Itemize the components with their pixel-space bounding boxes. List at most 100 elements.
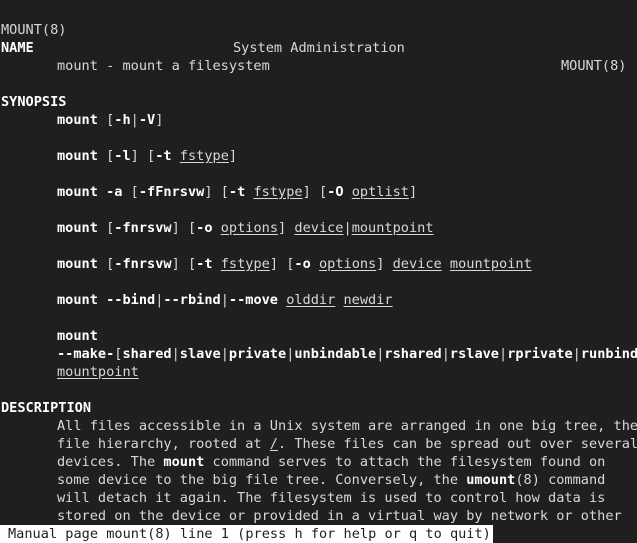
description-text: (8) command xyxy=(515,472,606,488)
description-text: command serves to attach the filesystem … xyxy=(204,454,606,470)
synopsis-line-2: mount [-l] [-t fstype] xyxy=(57,147,237,165)
synopsis-text: ] xyxy=(155,112,164,128)
synopsis-text: ] [ xyxy=(204,184,229,200)
synopsis-option: -t xyxy=(155,148,172,164)
description-line-5: will detach it again. The filesystem is … xyxy=(57,490,606,506)
synopsis-option: -a xyxy=(106,184,123,200)
synopsis-option: --make- xyxy=(57,346,115,362)
description-arg: / xyxy=(269,436,278,452)
pager-status-bar: Manual page mount(8) line 1 (press h for… xyxy=(0,525,493,543)
synopsis-option: -h xyxy=(114,112,131,128)
synopsis-arg: mountpoint xyxy=(57,364,139,380)
synopsis-arg: options xyxy=(318,256,377,272)
synopsis-text: ] [ xyxy=(171,220,197,236)
synopsis-option: -o xyxy=(294,256,311,272)
synopsis-cmd: mount xyxy=(57,184,98,200)
description-command: umount xyxy=(466,472,516,488)
synopsis-option: -l xyxy=(114,148,131,164)
synopsis-option: shared xyxy=(122,346,172,362)
synopsis-text: | xyxy=(441,346,450,362)
synopsis-text: | xyxy=(171,346,180,362)
synopsis-text xyxy=(311,256,319,272)
description-line-4: some device to the big file tree. Conver… xyxy=(57,471,605,489)
description-line-3: devices. The mount command serves to att… xyxy=(57,453,605,471)
synopsis-arg: newdir xyxy=(343,292,393,308)
name-text: mount - mount a filesystem xyxy=(57,58,270,74)
synopsis-option: -fnrsvw xyxy=(114,256,172,272)
synopsis-option: -V xyxy=(138,112,156,128)
synopsis-line-7: mount xyxy=(57,327,98,345)
synopsis-cmd: mount xyxy=(57,256,98,272)
synopsis-text: ] xyxy=(228,148,238,164)
header-right: MOUNT(8) xyxy=(561,58,627,74)
synopsis-text xyxy=(213,256,221,272)
synopsis-text: ] [ xyxy=(130,148,156,164)
synopsis-option: --move xyxy=(228,292,278,308)
description-text: devices. The xyxy=(57,454,164,470)
synopsis-text: ] xyxy=(376,256,393,272)
synopsis-arg: options xyxy=(220,220,279,236)
synopsis-option: runbindable xyxy=(580,346,637,362)
synopsis-text: [ xyxy=(122,184,139,200)
description-line-1: All files accessible in a Unix system ar… xyxy=(57,418,637,434)
synopsis-option: -fFnrsvw xyxy=(138,184,205,200)
synopsis-text: | xyxy=(572,346,581,362)
synopsis-text: [ xyxy=(97,256,115,272)
description-line-2: file hierarchy, rooted at /. These files… xyxy=(57,435,637,453)
synopsis-text xyxy=(344,184,352,200)
synopsis-line-6: mount --bind|--rbind|--move olddir newdi… xyxy=(57,291,393,309)
synopsis-text: ] [ xyxy=(302,184,328,200)
synopsis-text: | xyxy=(220,292,229,308)
synopsis-text xyxy=(172,148,180,164)
synopsis-option: -fnrsvw xyxy=(114,220,172,236)
synopsis-line-4: mount [-fnrsvw] [-o options] device|moun… xyxy=(57,219,434,237)
synopsis-text: | xyxy=(130,112,139,128)
synopsis-text: | xyxy=(499,346,508,362)
synopsis-arg: fstype xyxy=(179,148,229,164)
synopsis-option: slave xyxy=(179,346,221,362)
header-center: System Administration xyxy=(233,40,405,56)
synopsis-text: ] [ xyxy=(171,256,197,272)
description-command: mount xyxy=(163,454,205,470)
synopsis-text xyxy=(278,292,286,308)
synopsis-arg: olddir xyxy=(286,292,336,308)
synopsis-text xyxy=(98,292,106,308)
synopsis-text: ] xyxy=(278,220,295,236)
synopsis-cmd: mount xyxy=(57,220,98,236)
synopsis-line-3: mount -a [-fFnrsvw] [-t fstype] [-O optl… xyxy=(57,183,417,201)
synopsis-text: [ xyxy=(97,220,115,236)
header-left: MOUNT(8) xyxy=(1,22,67,38)
synopsis-arg: device xyxy=(392,256,442,272)
synopsis-text: ] [ xyxy=(269,256,295,272)
synopsis-text: [ xyxy=(97,148,115,164)
synopsis-text xyxy=(98,184,106,200)
section-heading-description: DESCRIPTION xyxy=(1,400,92,416)
man-header: MOUNT(8) System Administration MOUNT(8) xyxy=(1,3,627,74)
synopsis-cmd: mount xyxy=(57,112,98,128)
terminal-window[interactable]: MOUNT(8) System Administration MOUNT(8) … xyxy=(0,0,637,543)
synopsis-option: -o xyxy=(196,220,213,236)
synopsis-option: private xyxy=(228,346,287,362)
synopsis-text: | xyxy=(220,346,229,362)
synopsis-option: -t xyxy=(196,256,213,272)
synopsis-option: rslave xyxy=(449,346,499,362)
synopsis-option: --bind xyxy=(106,292,156,308)
synopsis-cmd: mount xyxy=(57,148,98,164)
section-heading-name: NAME xyxy=(1,40,34,56)
synopsis-option: -O xyxy=(327,184,344,200)
synopsis-arg: fstype xyxy=(253,184,303,200)
synopsis-arg: mountpoint xyxy=(351,220,434,236)
synopsis-arg: device xyxy=(294,220,344,236)
synopsis-text: | xyxy=(343,220,352,236)
synopsis-option: -t xyxy=(228,184,246,200)
synopsis-cmd: mount xyxy=(57,292,98,308)
synopsis-line-5: mount [-fnrsvw] [-t fstype] [-o options]… xyxy=(57,255,532,273)
synopsis-option: rshared xyxy=(384,346,442,362)
synopsis-line-8: --make-[shared|slave|private|unbindable|… xyxy=(57,345,637,363)
synopsis-line-9: mountpoint xyxy=(57,363,139,381)
synopsis-text: ] xyxy=(409,184,418,200)
synopsis-option: rprivate xyxy=(507,346,573,362)
synopsis-text xyxy=(213,220,221,236)
section-heading-synopsis: SYNOPSIS xyxy=(1,94,67,110)
description-text: . These files can be spread out over sev… xyxy=(277,436,637,452)
